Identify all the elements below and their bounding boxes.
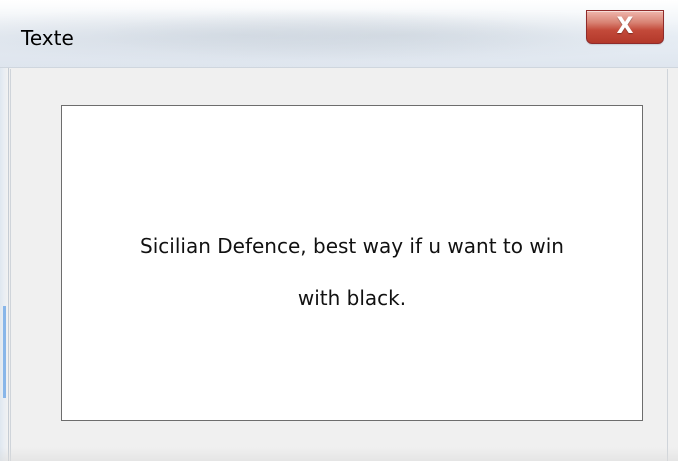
window-title: Texte <box>21 26 74 50</box>
message-line-2: with black. <box>297 286 407 310</box>
close-button[interactable]: X <box>586 10 664 44</box>
close-icon: X <box>616 14 634 39</box>
text-display-panel: Sicilian Defence, best way if u want to … <box>61 105 643 421</box>
message-text-block: Sicilian Defence, best way if u want to … <box>62 220 642 324</box>
dialog-content-area: Sicilian Defence, best way if u want to … <box>10 69 668 461</box>
title-bar[interactable]: Texte X <box>0 0 678 68</box>
dialog-window: Texte X Sicilian Defence, best way if u … <box>0 0 678 461</box>
message-line-1: Sicilian Defence, best way if u want to … <box>140 234 564 258</box>
window-left-edge <box>0 68 9 461</box>
